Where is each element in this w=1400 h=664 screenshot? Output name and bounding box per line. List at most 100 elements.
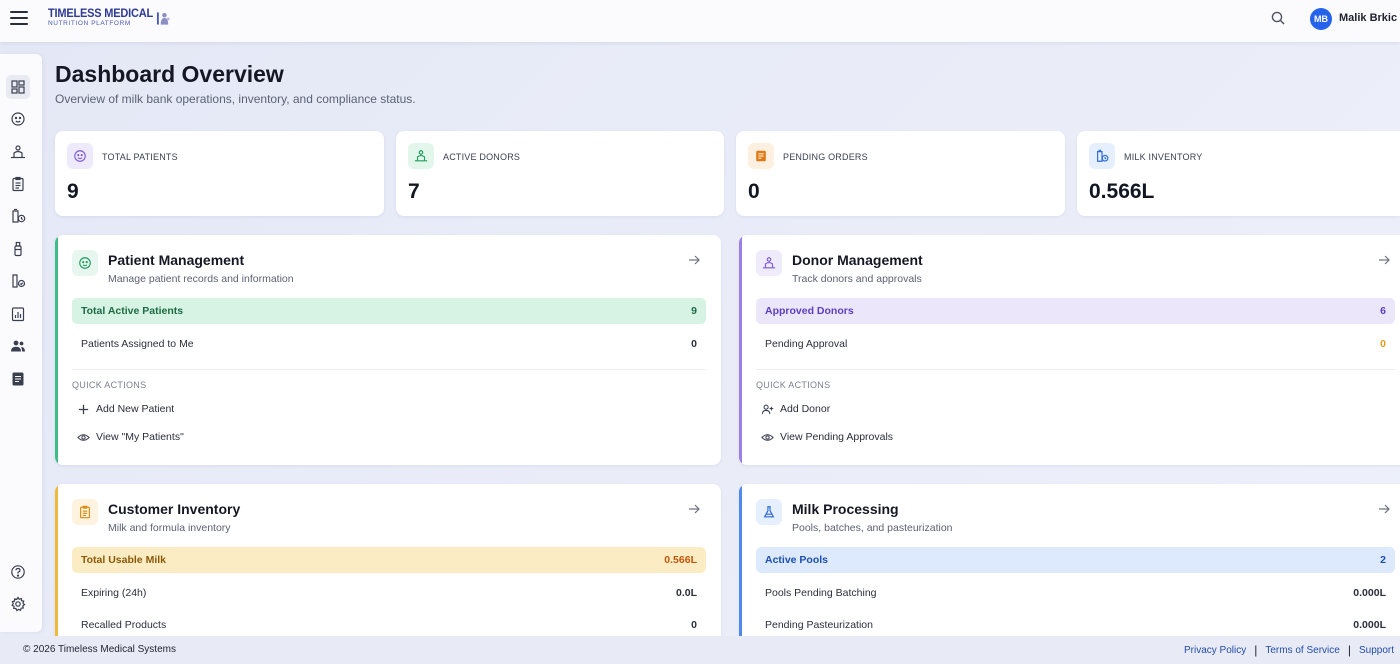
card-title: Customer Inventory bbox=[108, 501, 241, 517]
sidebar-item-inventory[interactable] bbox=[6, 204, 30, 228]
row-label: Patients Assigned to Me bbox=[81, 338, 194, 350]
card-title: Milk Processing bbox=[792, 501, 899, 517]
stat-value: 0 bbox=[748, 180, 760, 203]
users-icon bbox=[11, 340, 25, 352]
card-accent bbox=[55, 235, 58, 465]
add-donor-button[interactable]: Add Donor bbox=[761, 400, 830, 418]
support-link[interactable]: Support bbox=[1359, 645, 1394, 656]
row-label: Active Pools bbox=[765, 554, 829, 566]
processing-icon bbox=[12, 274, 26, 288]
view-pending-approvals-button[interactable]: View Pending Approvals bbox=[761, 428, 893, 446]
help-icon bbox=[11, 565, 25, 579]
arrow-right-icon[interactable] bbox=[1377, 502, 1391, 516]
baby-face-icon bbox=[74, 150, 86, 162]
arrow-right-icon[interactable] bbox=[687, 253, 701, 267]
donor-icon bbox=[414, 150, 428, 162]
row-value: 9 bbox=[691, 305, 697, 317]
clipboard-icon bbox=[12, 176, 24, 192]
card-icon-wrap bbox=[756, 250, 782, 276]
baby-face-icon bbox=[11, 112, 25, 126]
row-label: Pending Pasteurization bbox=[765, 619, 873, 631]
stat-icon-wrap bbox=[1089, 143, 1115, 169]
stat-row: Pending Approval 0 bbox=[756, 334, 1395, 354]
copyright: © 2026 Timeless Medical Systems bbox=[23, 644, 176, 655]
privacy-policy-link[interactable]: Privacy Policy bbox=[1184, 645, 1246, 656]
sidebar-item-users[interactable] bbox=[6, 334, 30, 358]
milk-inventory-icon bbox=[1097, 149, 1109, 162]
sidebar-item-help[interactable] bbox=[6, 560, 30, 584]
card-title: Patient Management bbox=[108, 252, 245, 268]
quick-actions-title: QUICK ACTIONS bbox=[72, 380, 147, 390]
stat-label: TOTAL PATIENTS bbox=[102, 152, 178, 162]
stat-card-total-patients[interactable]: TOTAL PATIENTS 9 bbox=[55, 131, 384, 216]
stat-value: 0.566L bbox=[1089, 180, 1155, 203]
stat-label: ACTIVE DONORS bbox=[443, 152, 521, 162]
avatar[interactable]: MB bbox=[1310, 8, 1332, 30]
stat-row: Pools Pending Batching 0.000L bbox=[756, 583, 1395, 603]
stat-row: Pending Pasteurization 0.000L bbox=[756, 615, 1395, 635]
arrow-right-icon[interactable] bbox=[687, 502, 701, 516]
row-label: Pending Approval bbox=[765, 338, 848, 350]
page-subtitle: Overview of milk bank operations, invent… bbox=[55, 92, 416, 106]
card-icon-wrap bbox=[756, 499, 782, 525]
sidebar-item-orders[interactable] bbox=[6, 172, 30, 196]
row-value: 0 bbox=[691, 619, 697, 631]
clipboard-icon bbox=[80, 505, 90, 519]
sidebar-item-donors[interactable] bbox=[6, 140, 30, 164]
dashboard-icon bbox=[11, 80, 25, 94]
search-icon[interactable] bbox=[1270, 10, 1286, 26]
stat-card-pending-orders[interactable]: PENDING ORDERS 0 bbox=[736, 131, 1065, 216]
card-subtitle: Track donors and approvals bbox=[792, 273, 922, 285]
order-icon bbox=[756, 150, 766, 162]
stat-label: PENDING ORDERS bbox=[783, 152, 868, 162]
row-label: Expiring (24h) bbox=[81, 587, 147, 599]
milk-inventory-icon bbox=[12, 208, 26, 223]
stat-card-milk-inventory[interactable]: MILK INVENTORY 0.566L bbox=[1077, 131, 1400, 216]
stat-label: MILK INVENTORY bbox=[1124, 152, 1203, 162]
bottle-icon bbox=[14, 241, 22, 257]
highlight-row: Approved Donors 6 bbox=[756, 298, 1395, 324]
sidebar-item-documents[interactable] bbox=[6, 367, 30, 391]
card-accent bbox=[739, 484, 742, 636]
terms-of-service-link[interactable]: Terms of Service bbox=[1265, 645, 1339, 656]
sidebar-item-dashboard[interactable] bbox=[6, 75, 30, 99]
row-value: 0.566L bbox=[664, 554, 697, 566]
quick-actions-title: QUICK ACTIONS bbox=[756, 380, 831, 390]
flask-icon bbox=[763, 506, 775, 518]
donor-icon bbox=[762, 257, 776, 269]
stat-card-active-donors[interactable]: ACTIVE DONORS 7 bbox=[396, 131, 724, 216]
card-subtitle: Pools, batches, and pasteurization bbox=[792, 522, 953, 534]
plus-icon bbox=[78, 404, 89, 414]
add-new-patient-button[interactable]: Add New Patient bbox=[77, 400, 174, 418]
user-name[interactable]: Malik Brkic bbox=[1339, 12, 1397, 24]
sidebar-item-patients[interactable] bbox=[6, 107, 30, 131]
view-my-patients-button[interactable]: View "My Patients" bbox=[77, 428, 184, 446]
baby-face-icon bbox=[79, 257, 91, 269]
customer-inventory-card: Customer Inventory Milk and formula inve… bbox=[55, 484, 721, 636]
row-value: 0 bbox=[1380, 338, 1386, 350]
card-subtitle: Milk and formula inventory bbox=[108, 522, 231, 534]
sidebar-item-settings[interactable] bbox=[6, 592, 30, 616]
card-title: Donor Management bbox=[792, 252, 923, 268]
arrow-right-icon[interactable] bbox=[1377, 253, 1391, 267]
highlight-row: Active Pools 2 bbox=[756, 547, 1395, 573]
milk-processing-card: Milk Processing Pools, batches, and past… bbox=[739, 484, 1400, 636]
stat-value: 9 bbox=[67, 180, 79, 203]
sidebar-item-processing[interactable] bbox=[6, 269, 30, 293]
row-label: Total Usable Milk bbox=[81, 554, 166, 566]
row-label: Recalled Products bbox=[81, 619, 167, 631]
sidebar-item-bottles[interactable] bbox=[6, 237, 30, 261]
stat-row: Expiring (24h) 0.0L bbox=[72, 583, 706, 603]
menu-icon[interactable] bbox=[10, 11, 28, 25]
row-value: 0.0L bbox=[675, 587, 697, 599]
sidebar-item-reports[interactable] bbox=[6, 302, 30, 326]
eye-icon bbox=[77, 433, 90, 441]
brand-logo[interactable]: TIMELESS MEDICAL NUTRITION PLATFORM bbox=[48, 8, 171, 28]
action-label: View "My Patients" bbox=[96, 431, 184, 443]
row-label: Approved Donors bbox=[765, 305, 854, 317]
donor-icon bbox=[11, 145, 25, 159]
highlight-row: Total Active Patients 9 bbox=[72, 298, 706, 324]
stat-icon-wrap bbox=[408, 143, 434, 169]
donor-management-card: Donor Management Track donors and approv… bbox=[739, 235, 1400, 465]
stat-icon-wrap bbox=[67, 143, 93, 169]
